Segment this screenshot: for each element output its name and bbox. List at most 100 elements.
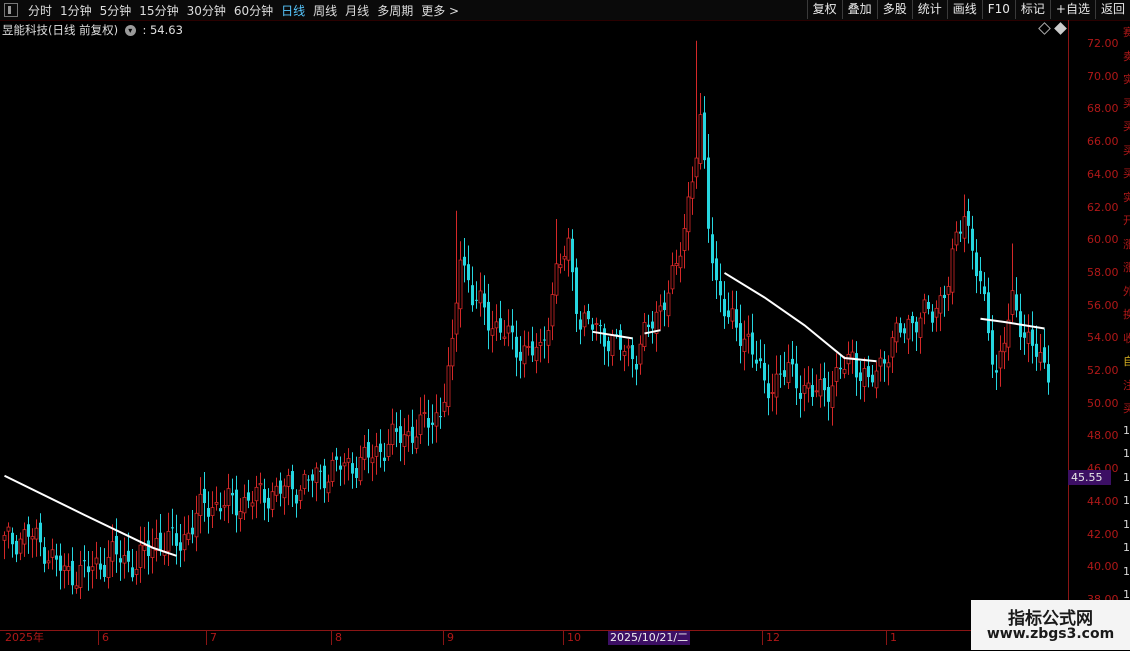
candle-body bbox=[962, 216, 967, 239]
candle-body bbox=[295, 494, 298, 504]
tab-period-monthly[interactable]: 月线 bbox=[341, 2, 373, 19]
candle-body bbox=[386, 443, 391, 457]
candle-body bbox=[599, 325, 602, 327]
candle-body bbox=[783, 370, 786, 377]
candle-body bbox=[727, 310, 730, 318]
candle-body bbox=[786, 362, 791, 384]
candle-body bbox=[134, 568, 139, 575]
candle-body bbox=[222, 505, 227, 508]
watermark-url: www.zbgs3.com bbox=[986, 626, 1115, 642]
tab-period-1min[interactable]: 1分钟 bbox=[56, 2, 96, 19]
candle-body bbox=[746, 333, 751, 337]
adjust-button[interactable]: 复权 bbox=[806, 0, 842, 19]
tab-period-more[interactable]: 更多 > bbox=[417, 2, 463, 19]
back-button[interactable]: 返回 bbox=[1094, 0, 1130, 19]
overlay-button[interactable]: 叠加 bbox=[841, 0, 877, 19]
y-tick-label: 50.00 bbox=[1087, 396, 1119, 410]
candle-body bbox=[886, 362, 891, 368]
candle-body bbox=[454, 302, 459, 335]
candle-body bbox=[390, 423, 395, 445]
candle-body bbox=[915, 321, 918, 333]
candle-body bbox=[582, 312, 587, 328]
candle-body bbox=[739, 323, 742, 346]
candle-body bbox=[422, 412, 427, 414]
candle-body bbox=[755, 359, 758, 364]
tab-period-intraday[interactable]: 分时 bbox=[24, 2, 56, 19]
candle-body bbox=[719, 281, 722, 296]
candle-body bbox=[715, 258, 718, 281]
tab-period-daily[interactable]: 日线 bbox=[277, 2, 309, 19]
tab-period-30min[interactable]: 30分钟 bbox=[183, 2, 230, 19]
candle-body bbox=[399, 426, 402, 443]
candle-body bbox=[55, 555, 58, 560]
candle-body bbox=[214, 502, 219, 505]
y-tick-label: 60.00 bbox=[1087, 233, 1119, 247]
candle-body bbox=[534, 346, 539, 362]
chart-menu-icon[interactable] bbox=[4, 3, 18, 17]
candle-body bbox=[946, 286, 951, 295]
candle-body bbox=[678, 255, 683, 269]
candle-body bbox=[550, 294, 555, 327]
side-label: 实 bbox=[1123, 190, 1130, 204]
candle-body bbox=[874, 370, 879, 389]
mark-button[interactable]: 标记 bbox=[1014, 0, 1050, 19]
candle-body bbox=[458, 259, 463, 310]
candle-body bbox=[698, 114, 703, 164]
side-label: 买 bbox=[1123, 96, 1130, 110]
candle-body bbox=[319, 470, 322, 472]
side-label: 外 bbox=[1123, 284, 1130, 298]
candle-body bbox=[703, 112, 706, 161]
add-watchlist-button[interactable]: +自选 bbox=[1049, 0, 1095, 19]
statistics-button[interactable]: 统计 bbox=[911, 0, 947, 19]
tab-period-15min[interactable]: 15分钟 bbox=[135, 2, 182, 19]
candle-body bbox=[631, 345, 634, 360]
tab-period-60min[interactable]: 60分钟 bbox=[230, 2, 277, 19]
tab-period-5min[interactable]: 5分钟 bbox=[96, 2, 136, 19]
x-tick-label: 12 bbox=[762, 631, 780, 645]
candle-body bbox=[526, 346, 531, 348]
y-tick-label: 54.00 bbox=[1087, 331, 1119, 345]
candle-body bbox=[379, 443, 382, 453]
candle-body bbox=[267, 497, 270, 509]
candle-body bbox=[226, 488, 231, 506]
candle-body bbox=[235, 489, 238, 516]
candlestick-chart[interactable] bbox=[0, 20, 1068, 630]
candle-body bbox=[198, 493, 203, 516]
candle-body bbox=[43, 547, 46, 564]
candle-body bbox=[538, 341, 543, 346]
f10-button[interactable]: F10 bbox=[981, 0, 1015, 19]
candle-body bbox=[575, 267, 578, 314]
tab-period-weekly[interactable]: 周线 bbox=[309, 2, 341, 19]
candle-body bbox=[142, 545, 147, 551]
candle-body bbox=[351, 463, 354, 474]
candle-body bbox=[859, 372, 862, 382]
candle-body bbox=[642, 322, 647, 347]
tab-period-multi[interactable]: 多周期 bbox=[373, 2, 417, 19]
candle-body bbox=[374, 446, 379, 457]
candle-body bbox=[46, 560, 51, 564]
candle-body bbox=[78, 564, 83, 588]
candle-body bbox=[418, 414, 423, 435]
candle-body bbox=[855, 353, 858, 378]
candle-body bbox=[119, 558, 122, 563]
side-label: 收 bbox=[1123, 331, 1130, 345]
candle-body bbox=[74, 585, 79, 589]
candle-body bbox=[954, 231, 959, 246]
candle-body bbox=[1038, 351, 1043, 363]
candle-body bbox=[927, 301, 930, 309]
candle-body bbox=[694, 157, 699, 178]
side-label: 涨 bbox=[1123, 261, 1130, 274]
side-label: 买 bbox=[1123, 120, 1130, 133]
y-tick-label: 52.00 bbox=[1087, 364, 1119, 378]
candle-body bbox=[147, 540, 150, 557]
side-label: 1 bbox=[1123, 447, 1130, 460]
multi-stock-button[interactable]: 多股 bbox=[876, 0, 912, 19]
candle-body bbox=[414, 436, 419, 449]
candle-body bbox=[502, 336, 507, 339]
candle-body bbox=[830, 385, 835, 408]
candle-body bbox=[802, 385, 807, 394]
candle-body bbox=[367, 442, 370, 458]
candle-body bbox=[943, 294, 946, 299]
draw-line-button[interactable]: 画线 bbox=[946, 0, 982, 19]
candle-body bbox=[991, 330, 994, 365]
